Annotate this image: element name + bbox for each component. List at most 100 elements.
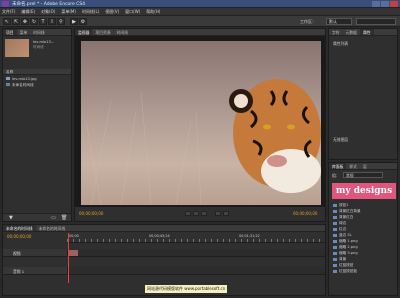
audio-track[interactable]: 音频 1 <box>3 267 325 275</box>
monitor-timecode-left: 00;00;00;00 <box>79 211 104 216</box>
workspace-label: 工作区： <box>300 19 316 24</box>
track-name: 音频 1 <box>13 269 25 274</box>
menu-view[interactable]: 视图(V) <box>105 9 119 15</box>
list-item[interactable]: 红蓝按钮板 <box>333 269 357 274</box>
background-icon <box>333 210 337 213</box>
step-back-icon[interactable] <box>185 211 191 216</box>
tab-character[interactable]: 字符 <box>329 29 343 35</box>
image-icon <box>333 246 337 249</box>
list-item-label: 未命名时间线 <box>12 83 34 87</box>
project-footer: ▼ ▭ 🗑 <box>3 213 71 221</box>
tab-layers[interactable]: 层 <box>360 163 370 169</box>
tab-properties[interactable]: 属性 <box>359 29 374 35</box>
video-clip[interactable] <box>68 250 78 256</box>
tab-monitor[interactable]: 监视器 <box>75 29 93 35</box>
menu-edit[interactable]: 编辑(E) <box>21 9 35 15</box>
thumb-name: lev-mio13... <box>33 40 55 44</box>
column-name-header[interactable]: 名称 <box>6 70 13 75</box>
button-icon <box>333 204 337 207</box>
tab-timelines[interactable]: 时间线 <box>30 29 47 35</box>
play-icon[interactable] <box>193 211 199 216</box>
list-item[interactable]: 缩略 2.png <box>333 245 358 250</box>
tab-metadata[interactable]: 元数据 <box>343 29 360 35</box>
build-icon[interactable]: ⚙ <box>79 18 87 25</box>
set-value: 常规 <box>346 173 354 178</box>
menu-file[interactable]: 文件(F) <box>2 9 15 15</box>
button-icon <box>333 270 337 273</box>
monitor-tabs: 监视器 项目资源 时间线 <box>75 29 325 36</box>
tab-assets[interactable]: 项目资源 <box>92 29 113 35</box>
zoom-tool-icon[interactable]: ⚲ <box>57 18 65 25</box>
set-label: 组： <box>332 173 340 178</box>
list-item[interactable]: 未命名时间线 <box>6 83 34 88</box>
tab-library[interactable]: 库面板 <box>329 163 347 169</box>
video-preview[interactable] <box>81 41 321 206</box>
workspace-dropdown[interactable]: 默认 <box>326 18 352 25</box>
toolbar: ↖ ⇱ ✥ ↻ T Ⅰ ⚲ ▶ ⚙ 工作区： 默认 <box>0 16 400 27</box>
playhead[interactable] <box>68 233 69 283</box>
move-tool-icon[interactable]: ✥ <box>21 18 29 25</box>
list-item[interactable]: 红蓝按钮 <box>333 263 353 268</box>
text-tool-icon[interactable]: T <box>39 18 47 25</box>
thumb-info: 时间线 <box>33 45 44 49</box>
ruler-mark: 00;00;45;24 <box>149 234 170 238</box>
folder-icon[interactable]: ▭ <box>51 215 56 221</box>
frame-icon <box>333 222 337 225</box>
trash-icon[interactable]: 🗑 <box>61 215 67 221</box>
list-item[interactable]: 蓝边 SL <box>333 233 352 238</box>
list-item[interactable]: 背景红白背景 <box>333 209 361 214</box>
minimize-button[interactable] <box>372 1 380 7</box>
list-item[interactable]: 缩略 3.png <box>333 251 358 256</box>
image-file-icon <box>6 77 10 80</box>
selection-tool-icon[interactable]: ↖ <box>3 18 11 25</box>
monitor-timecode-right: 00;00;00;00 <box>293 211 318 216</box>
chapter-icon[interactable] <box>215 211 221 216</box>
library-list: 按钮1 背景红白背景 背景红白 绿边 红边 蓝边 SL 缩略 1.png 缩略 … <box>329 203 397 295</box>
tab-project[interactable]: 项目 <box>3 29 17 35</box>
new-item-icon[interactable]: ▼ <box>9 215 13 221</box>
step-forward-icon[interactable] <box>201 211 207 216</box>
properties-tabs: 字符 元数据 属性 <box>329 29 397 36</box>
menu-object[interactable]: 对象(O) <box>41 9 55 15</box>
tab-styles[interactable]: 样式 <box>346 163 360 169</box>
tab-timeline-2[interactable]: 未命名的时间线 <box>36 225 69 231</box>
encore-app-icon <box>2 1 9 7</box>
list-item[interactable]: 背景红白 <box>333 215 353 220</box>
video-track[interactable]: 视频 <box>3 249 325 257</box>
maximize-button[interactable] <box>381 1 389 7</box>
tab-timeline-view[interactable]: 时间线 <box>114 29 131 35</box>
menu-timeline[interactable]: 时间线(L) <box>82 9 99 15</box>
list-item[interactable]: 按钮1 <box>333 203 348 208</box>
safe-area-icon[interactable] <box>223 211 229 216</box>
list-item[interactable]: 背景 <box>333 257 346 262</box>
menu-help[interactable]: 帮助(H) <box>146 9 160 15</box>
timeline-icon <box>6 83 10 86</box>
tab-menus[interactable]: 菜单 <box>17 29 31 35</box>
vertical-text-tool-icon[interactable]: Ⅰ <box>48 18 56 25</box>
tiger-image <box>85 79 321 206</box>
list-item[interactable]: 缩略 1.png <box>333 239 358 244</box>
list-item-label: lev-mio13.jpg <box>12 77 37 81</box>
set-dropdown[interactable]: 常规 <box>343 172 383 178</box>
list-item[interactable]: 红边 <box>333 227 346 232</box>
list-item[interactable]: lev-mio13.jpg <box>6 77 37 81</box>
video-track-header: 视频 <box>3 249 68 256</box>
menu-window[interactable]: 窗口(W) <box>125 9 140 15</box>
timeline-ruler[interactable]: 00;00 00;00;45;24 00;01;31;22 <box>67 233 325 243</box>
tab-timeline-1[interactable]: 未命名的时间线 <box>3 225 36 231</box>
direct-select-tool-icon[interactable]: ⇱ <box>12 18 20 25</box>
image-icon <box>333 240 337 243</box>
properties-heading: 属性列表 <box>333 41 349 46</box>
search-input[interactable] <box>356 18 396 25</box>
list-item[interactable]: 绿边 <box>333 221 346 226</box>
menu-menu[interactable]: 菜单(M) <box>61 9 76 15</box>
preview-icon[interactable]: ▶ <box>70 18 78 25</box>
timeline-timecode: 00;00;00;00 <box>7 234 32 239</box>
ruler-ticks <box>67 239 325 242</box>
library-preview-logo: my designs <box>332 183 396 199</box>
timeline-tabs: 未命名的时间线 未命名的时间线 <box>3 225 325 232</box>
rotate-tool-icon[interactable]: ↻ <box>30 18 38 25</box>
project-tabs: 项目 菜单 时间线 <box>3 29 71 36</box>
close-button[interactable] <box>390 1 398 7</box>
track-name: 视频 <box>13 251 21 256</box>
